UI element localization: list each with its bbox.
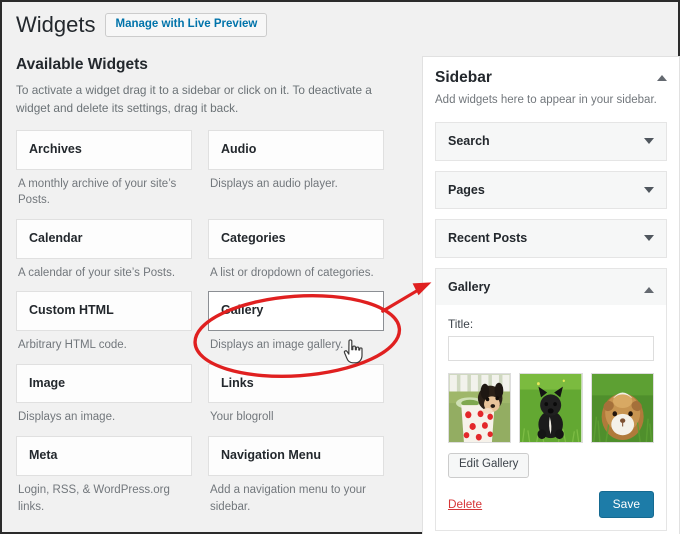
widget-description: Displays an image. [18, 411, 116, 424]
widget-card-label: Gallery [221, 303, 264, 318]
edit-gallery-button[interactable]: Edit Gallery [448, 453, 530, 478]
widget-card-label: Custom HTML [29, 303, 114, 318]
available-widgets-grid: Archives A monthly archive of your site’… [16, 129, 408, 525]
widget-card-label: Calendar [29, 230, 83, 245]
widget-card-meta[interactable]: Meta [16, 436, 192, 476]
widget-description: Displays an audio player. [210, 177, 338, 190]
sidebar-widget-title: Gallery [448, 279, 491, 294]
pointing-hand-cursor [343, 339, 363, 364]
manage-with-live-preview-button[interactable]: Manage with Live Preview [105, 12, 268, 38]
widgets-columns: Available Widgets To activate a widget d… [16, 56, 680, 534]
widget-description: Login, RSS, & WordPress.org links. [18, 483, 170, 513]
widget-card-label: Categories [221, 230, 286, 245]
widget-card-label: Archives [29, 141, 82, 156]
widget-card-label: Links [221, 375, 254, 390]
triangle-up-icon[interactable] [644, 286, 654, 293]
widget-card-calendar[interactable]: Calendar [16, 218, 192, 259]
widget-card-label: Meta [29, 448, 58, 463]
triangle-down-icon[interactable] [644, 186, 654, 193]
widget-card-navigation-menu[interactable]: Navigation Menu [208, 436, 384, 476]
widget-card-label: Navigation Menu [221, 448, 322, 463]
widget-description: A calendar of your site’s Posts. [18, 266, 176, 279]
gallery-title-label: Title: [448, 317, 474, 332]
available-widgets-column: Available Widgets To activate a widget d… [16, 56, 408, 525]
triangle-down-icon[interactable] [644, 235, 654, 242]
widget-card-categories[interactable]: Categories [208, 218, 384, 259]
widget-cell: Meta Login, RSS, & WordPress.org links. [16, 436, 192, 515]
widget-description: Arbitrary HTML code. [18, 339, 127, 352]
widget-card-audio[interactable]: Audio [208, 129, 384, 170]
sidebar-widget-gallery: Gallery Title: Edit Gallery Delete Save [435, 267, 667, 531]
guinea-pig-image [591, 374, 653, 443]
page-header: Widgets Manage with Live Preview [16, 12, 670, 38]
widget-cell: Archives A monthly archive of your site’… [16, 129, 192, 209]
gallery-thumbnail-3[interactable] [590, 373, 654, 444]
widget-cell: Audio Displays an audio player. [208, 129, 384, 209]
available-widgets-description: To activate a widget drag it to a sideba… [16, 83, 372, 116]
sidebar-panel: Sidebar Add widgets here to appear in yo… [422, 56, 680, 534]
sidebar-widget-header[interactable]: Recent Posts [436, 220, 666, 257]
available-widgets-title: Available Widgets [16, 56, 148, 74]
widget-card-gallery[interactable]: Gallery [208, 291, 384, 332]
widget-card-links[interactable]: Links [208, 363, 384, 404]
widget-cell: Custom HTML Arbitrary HTML code. [16, 291, 192, 353]
widget-description: A list or dropdown of categories. [210, 266, 374, 279]
sidebar-widget-recent-posts: Recent Posts [435, 219, 667, 258]
page-title: Widgets [16, 12, 96, 37]
triangle-up-icon[interactable] [657, 75, 667, 82]
widget-card-archives[interactable]: Archives [16, 129, 192, 170]
widget-cell: Image Displays an image. [16, 363, 192, 426]
sidebar-header[interactable]: Sidebar [435, 69, 667, 87]
sidebar-widget-title: Recent Posts [448, 231, 528, 246]
widget-card-label: Audio [221, 141, 257, 156]
widget-card-label: Image [29, 375, 66, 390]
sidebar-widget-header[interactable]: Pages [436, 171, 666, 209]
sidebar-description: Add widgets here to appear in your sideb… [435, 94, 657, 107]
widget-description: A monthly archive of your site’s Posts. [18, 177, 177, 207]
black-puppy-image [520, 374, 582, 443]
widget-cell: Calendar A calendar of your site’s Posts… [16, 218, 192, 281]
sidebar-widget-title: Pages [448, 182, 485, 197]
gallery-thumbnails [448, 373, 654, 444]
gallery-widget-footer: Delete Save [448, 490, 654, 518]
sidebar-widget-header[interactable]: Gallery [436, 268, 666, 306]
widgets-page: Widgets Manage with Live Preview Availab… [2, 2, 680, 534]
sidebar-widget-header[interactable]: Search [436, 123, 666, 160]
gallery-thumbnail-1[interactable] [448, 373, 512, 444]
save-button[interactable]: Save [598, 490, 654, 518]
widget-cell: Navigation Menu Add a navigation menu to… [208, 436, 384, 515]
triangle-down-icon[interactable] [644, 138, 654, 145]
sidebar-widget-title: Search [448, 134, 490, 149]
delete-widget-link[interactable]: Delete [448, 497, 482, 511]
gallery-widget-form: Title: Edit Gallery Delete Save [436, 305, 666, 530]
sidebar-widget-pages: Pages [435, 170, 667, 210]
sidebar-widget-search: Search [435, 122, 667, 161]
widget-description: Add a navigation menu to your sidebar. [210, 483, 366, 513]
widget-card-image[interactable]: Image [16, 363, 192, 404]
sidebar-title: Sidebar [435, 69, 492, 87]
puppy-in-pot-image [449, 374, 511, 443]
widget-description: Your blogroll [210, 411, 274, 424]
widget-cell: Links Your blogroll [208, 363, 384, 426]
gallery-title-input[interactable] [448, 336, 654, 362]
sidebar-column: Sidebar Add widgets here to appear in yo… [422, 56, 680, 534]
widget-card-custom-html[interactable]: Custom HTML [16, 291, 192, 332]
widget-cell: Categories A list or dropdown of categor… [208, 218, 384, 281]
gallery-thumbnail-2[interactable] [519, 373, 583, 444]
